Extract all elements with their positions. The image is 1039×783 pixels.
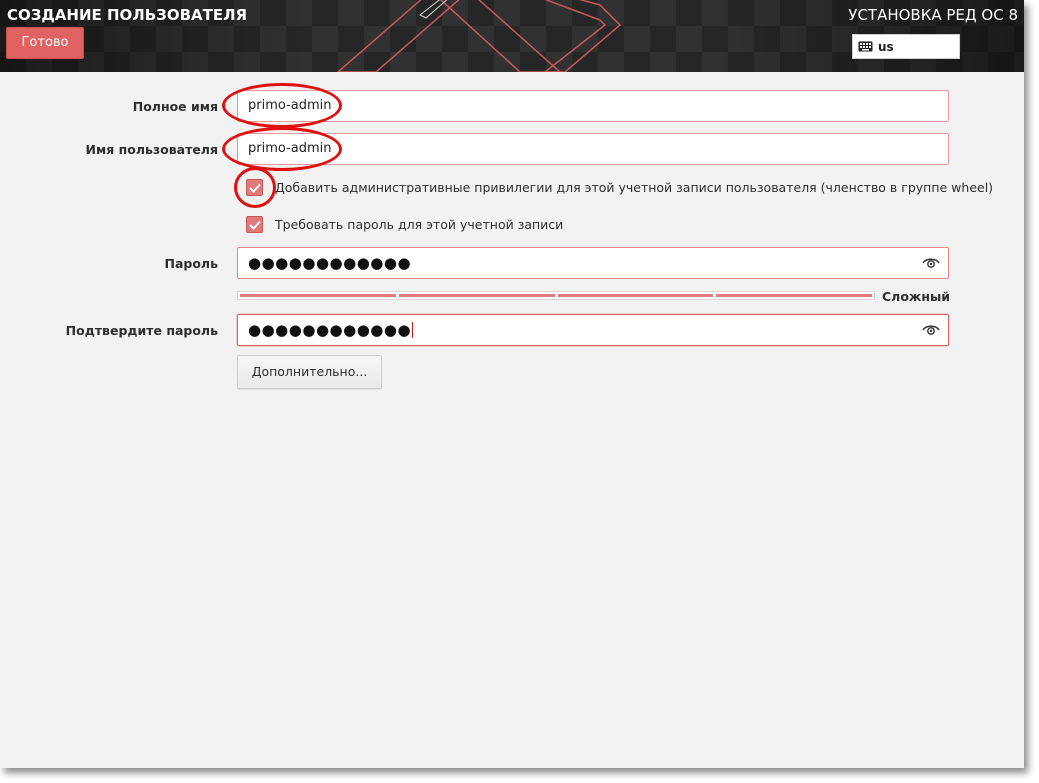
confirm-password-value: ●●●●●●●●●●●● — [248, 321, 412, 339]
check-icon — [248, 220, 261, 230]
password-strength-meter — [237, 291, 875, 300]
require-password-checkbox[interactable] — [246, 216, 263, 233]
username-value: primo-admin — [248, 141, 332, 156]
username-input[interactable]: primo-admin — [237, 133, 949, 165]
screen-title: СОЗДАНИЕ ПОЛЬЗОВАТЕЛЯ — [7, 6, 248, 24]
full-name-label: Полное имя — [132, 99, 218, 114]
full-name-value: primo-admin — [248, 98, 332, 113]
installer-window: СОЗДАНИЕ ПОЛЬЗОВАТЕЛЯ УСТАНОВКА РЕД ОС 8… — [0, 0, 1024, 768]
keyboard-icon — [858, 41, 873, 52]
admin-privileges-checkbox[interactable] — [246, 179, 263, 196]
scrollbar — [1022, 72, 1024, 768]
check-icon — [248, 183, 261, 193]
require-password-row[interactable]: Требовать пароль для этой учетной записи — [246, 216, 563, 233]
strength-segment — [240, 294, 396, 297]
full-name-input[interactable]: primo-admin — [237, 90, 949, 122]
require-password-label: Требовать пароль для этой учетной записи — [275, 217, 564, 232]
strength-segment — [716, 294, 872, 297]
done-button[interactable]: Готово — [6, 27, 84, 59]
admin-privileges-label: Добавить административные привилегии для… — [275, 180, 994, 195]
password-value: ●●●●●●●●●●●● — [248, 254, 412, 272]
header-bar: СОЗДАНИЕ ПОЛЬЗОВАТЕЛЯ УСТАНОВКА РЕД ОС 8… — [0, 0, 1024, 72]
eye-icon[interactable] — [922, 323, 940, 337]
text-caret — [412, 322, 414, 338]
advanced-button[interactable]: Дополнительно... — [237, 355, 382, 389]
product-title: УСТАНОВКА РЕД ОС 8 — [848, 6, 1018, 24]
eye-icon[interactable] — [922, 256, 940, 270]
keyboard-layout-label: us — [878, 39, 894, 54]
keyboard-layout-indicator[interactable]: us — [852, 34, 960, 59]
username-label: Имя пользователя — [85, 142, 218, 157]
confirm-password-input[interactable]: ●●●●●●●●●●●● — [237, 314, 949, 346]
password-strength-label: Сложный — [882, 289, 951, 304]
password-input[interactable]: ●●●●●●●●●●●● — [237, 247, 949, 279]
admin-privileges-row[interactable]: Добавить административные привилегии для… — [246, 179, 993, 196]
strength-segment — [398, 294, 555, 297]
strength-segment — [557, 294, 714, 297]
confirm-password-label: Подтвердите пароль — [65, 323, 218, 338]
password-label: Пароль — [164, 256, 219, 271]
